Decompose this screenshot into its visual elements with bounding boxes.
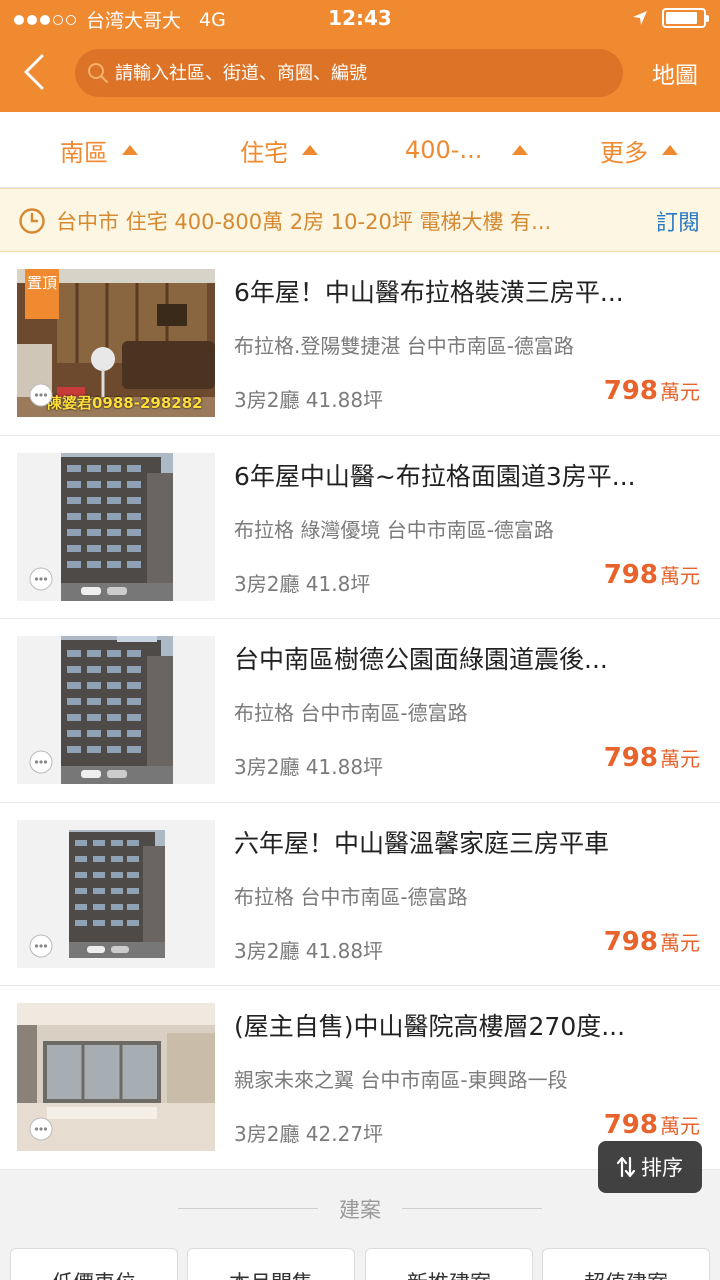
listing-community: 布拉格.登陽雙捷湛 台中市南區-德富路 [234,334,574,358]
listing-item[interactable]: 台中南區樹德公園面綠園道震後... 布拉格 台中市南區-德富路 3房2廳 41.… [0,619,720,803]
chat-bubble-icon[interactable] [29,567,53,591]
price-unit: 萬元 [660,563,700,588]
search-criteria-text: 台中市 住宅 400-800萬 2房 10-20坪 電梯大樓 有... [56,210,552,234]
price-value: 798 [603,559,658,590]
filter-label: 更多 [600,138,648,167]
listing-photo [17,452,215,601]
filter-price[interactable]: 400-... [405,132,529,168]
battery-icon [662,8,709,28]
listing-list: 置頂 陳婆君0988-298282 6年屋！中山醫布拉格裝潢三房平... 布拉格… [0,252,720,1170]
triangle-up-icon [662,145,678,155]
chevron-left-icon [24,54,44,90]
chat-bubble-icon[interactable] [29,750,53,774]
tag-this-month-sale[interactable]: 本月開售 [187,1248,355,1280]
search-icon [85,60,111,86]
listing-spec: 3房2廳 41.88坪 [234,755,384,779]
price-value: 798 [603,743,658,773]
price-unit: 萬元 [660,380,700,404]
sort-arrows-icon [617,1156,635,1178]
triangle-up-icon [302,145,318,155]
status-right [632,8,709,28]
listing-price: 798 萬元 [604,560,700,590]
chat-bubble-icon[interactable] [29,934,53,958]
price-unit: 萬元 [660,747,700,771]
chat-bubble-icon[interactable] [29,383,53,407]
listing-item[interactable]: 6年屋中山醫~布拉格面園道3房平... 布拉格 綠灣優境 台中市南區-德富路 3… [0,436,720,619]
listing-spec: 3房2廳 41.8坪 [234,571,371,596]
listing-title: 6年屋中山醫~布拉格面園道3房平... [234,461,636,491]
sort-button[interactable]: 排序 [598,1141,702,1193]
listing-price: 798 萬元 [604,1110,700,1140]
map-button[interactable]: 地圖 [652,56,698,90]
filter-type[interactable]: 住宅 [240,132,318,168]
project-quick-tags: 低價車位 本月開售 新推建案 超值建案 [0,1248,720,1280]
listing-price: 798 萬元 [604,376,700,406]
listing-spec: 3房2廳 42.27坪 [234,1122,384,1146]
clock-time: 12:43 [328,6,392,30]
listing-spec: 3房2廳 41.88坪 [234,388,384,412]
listing-community: 布拉格 綠灣優境 台中市南區-德富路 [234,517,554,542]
chat-bubble-icon[interactable] [29,1117,53,1141]
tag-value-projects[interactable]: 超值建案 [542,1248,710,1280]
price-value: 798 [603,926,658,957]
agent-watermark: 陳婆君0988-298282 [47,394,203,412]
location-arrow-icon [633,11,647,25]
status-bar: 台湾大哥大 4G 12:43 [0,0,720,38]
listing-price: 798 萬元 [604,743,700,773]
listing-title: 台中南區樹德公園面綠園道震後... [234,645,608,674]
listing-photo [17,1003,215,1151]
listing-title: 6年屋！中山醫布拉格裝潢三房平... [234,278,624,307]
pinned-badge: 置頂 [25,269,59,319]
back-button[interactable] [14,50,54,94]
listing-spec: 3房2廳 41.88坪 [234,938,384,963]
listing-item[interactable]: 六年屋！中山醫溫馨家庭三房平車 布拉格 台中市南區-德富路 3房2廳 41.88… [0,803,720,986]
price-unit: 萬元 [660,1114,700,1138]
price-value: 798 [603,376,658,406]
section-title: 建案 [339,1198,381,1222]
divider [402,1208,542,1209]
filter-label: 住宅 [240,138,288,167]
listing-title: (屋主自售)中山醫院高樓層270度... [234,1012,626,1041]
filter-label: 400-... [405,136,483,164]
listing-community: 布拉格 台中市南區-德富路 [234,884,468,909]
triangle-up-icon [512,145,529,155]
tag-low-price-parking[interactable]: 低價車位 [10,1248,178,1280]
listing-community: 親家未來之翼 台中市南區-東興路一段 [234,1068,568,1092]
listing-title: 六年屋！中山醫溫馨家庭三房平車 [234,828,610,858]
listing-item[interactable]: 置頂 陳婆君0988-298282 6年屋！中山醫布拉格裝潢三房平... 布拉格… [0,252,720,436]
listing-photo [17,819,215,968]
search-input[interactable] [115,62,595,84]
filter-more[interactable]: 更多 [600,132,678,168]
listing-photo [17,636,215,784]
listing-photo: 置頂 陳婆君0988-298282 [17,269,215,417]
sort-label: 排序 [641,1156,683,1180]
listing-community: 布拉格 台中市南區-德富路 [234,701,468,725]
clock-icon [19,208,45,234]
filter-label: 南區 [60,138,108,167]
subscribe-button[interactable]: 訂閱 [656,205,700,237]
price-unit: 萬元 [660,930,700,955]
filter-bar: 南區 住宅 400-... 更多 [0,112,720,188]
tag-new-projects[interactable]: 新推建案 [365,1248,533,1280]
listing-price: 798 萬元 [604,927,700,957]
saved-search-banner[interactable]: 台中市 住宅 400-800萬 2房 10-20坪 電梯大樓 有... 訂閱 [0,188,720,252]
filter-district[interactable]: 南區 [60,132,138,168]
price-value: 798 [603,1110,658,1140]
search-bar[interactable] [75,49,623,97]
top-bar: 台湾大哥大 4G 12:43 地圖 [0,0,720,112]
triangle-up-icon [122,145,138,155]
